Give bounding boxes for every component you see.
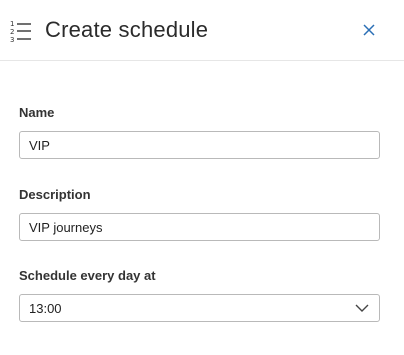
svg-text:1: 1	[10, 20, 14, 28]
description-field[interactable]	[19, 213, 380, 241]
chevron-down-icon	[355, 304, 369, 312]
svg-text:3: 3	[10, 36, 14, 43]
numbered-list-icon: 1 2 3	[10, 20, 31, 43]
dialog-header: 1 2 3 Create schedule	[0, 0, 404, 61]
schedule-label: Schedule every day at	[19, 268, 156, 283]
name-label: Name	[19, 105, 55, 120]
name-field[interactable]	[19, 131, 380, 159]
page-title: Create schedule	[45, 17, 209, 42]
description-label: Description	[19, 187, 91, 202]
schedule-time-value: 13:00	[29, 300, 62, 316]
svg-text:2: 2	[10, 28, 14, 36]
close-icon[interactable]	[360, 21, 378, 39]
schedule-time-select[interactable]: 13:00	[19, 294, 380, 322]
